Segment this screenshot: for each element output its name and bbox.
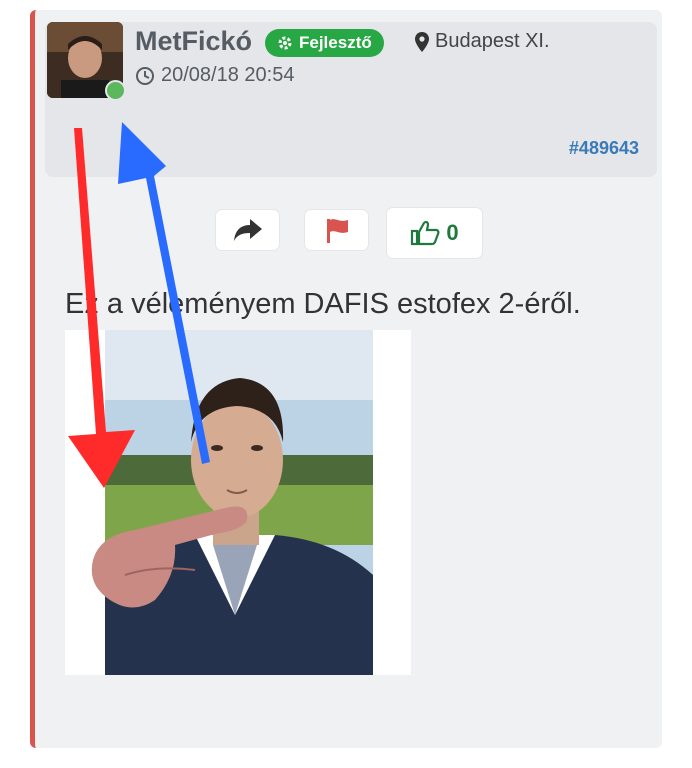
gear-icon bbox=[278, 36, 292, 50]
thumbs-up-icon bbox=[411, 220, 440, 246]
post-id-link[interactable]: #489643 bbox=[569, 138, 639, 159]
map-marker-icon bbox=[415, 31, 429, 52]
role-badge: Fejlesztő bbox=[265, 29, 384, 57]
post-header: MetFickó Fejlesztő Budapest XI. 20/08/18… bbox=[45, 22, 657, 177]
location: Budapest XI. bbox=[415, 30, 550, 53]
post-card: MetFickó Fejlesztő Budapest XI. 20/08/18… bbox=[30, 10, 662, 748]
flag-icon bbox=[326, 219, 348, 243]
report-button[interactable] bbox=[305, 210, 368, 250]
role-label: Fejlesztő bbox=[299, 33, 372, 52]
share-icon bbox=[233, 219, 262, 241]
location-label: Budapest XI. bbox=[435, 30, 550, 52]
timestamp-label: 20/08/18 20:54 bbox=[161, 64, 295, 86]
share-button[interactable] bbox=[216, 210, 279, 250]
online-status-dot bbox=[105, 80, 126, 101]
like-count: 0 bbox=[446, 220, 459, 245]
post-image[interactable] bbox=[65, 330, 411, 675]
post-photo bbox=[65, 330, 411, 675]
post-text: Ez a véleményem DAFIS estofex 2-éről. bbox=[65, 288, 581, 320]
timestamp: 20/08/18 20:54 bbox=[135, 64, 294, 87]
clock-icon bbox=[136, 66, 154, 85]
post-actions: 0 bbox=[35, 208, 662, 260]
username[interactable]: MetFickó bbox=[135, 26, 252, 57]
like-button[interactable]: 0 bbox=[387, 208, 482, 258]
